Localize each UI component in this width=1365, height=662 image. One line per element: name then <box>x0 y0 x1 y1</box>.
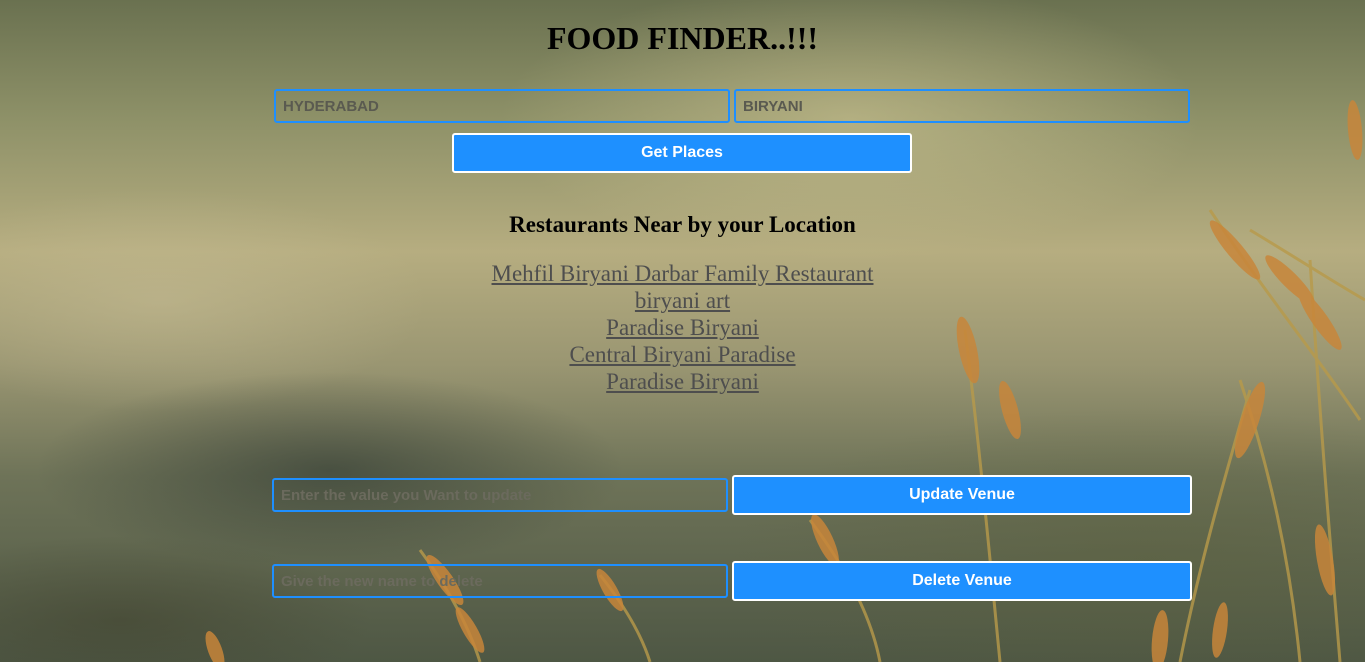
delete-name-input[interactable] <box>272 564 728 598</box>
list-item: Mehfil Biryani Darbar Family Restaurant <box>0 260 1365 287</box>
list-item: Central Biryani Paradise <box>0 341 1365 368</box>
restaurant-link[interactable]: biryani art <box>635 288 730 313</box>
list-item: Paradise Biryani <box>0 314 1365 341</box>
get-places-button[interactable]: Get Places <box>452 133 912 173</box>
delete-venue-button[interactable]: Delete Venue <box>732 561 1192 601</box>
list-item: biryani art <box>0 287 1365 314</box>
list-item: Paradise Biryani <box>0 368 1365 395</box>
update-venue-button[interactable]: Update Venue <box>732 475 1192 515</box>
restaurant-link[interactable]: Paradise Biryani <box>606 315 759 340</box>
restaurant-list: Mehfil Biryani Darbar Family Restaurant … <box>0 260 1365 395</box>
results-heading: Restaurants Near by your Location <box>509 212 856 237</box>
restaurant-link[interactable]: Mehfil Biryani Darbar Family Restaurant <box>492 261 874 286</box>
restaurant-link[interactable]: Central Biryani Paradise <box>569 342 795 367</box>
page-title: FOOD FINDER..!!! <box>546 20 819 56</box>
location-input[interactable] <box>274 89 730 123</box>
food-query-input[interactable] <box>734 89 1190 123</box>
update-value-input[interactable] <box>272 478 728 512</box>
restaurant-link[interactable]: Paradise Biryani <box>606 369 759 394</box>
